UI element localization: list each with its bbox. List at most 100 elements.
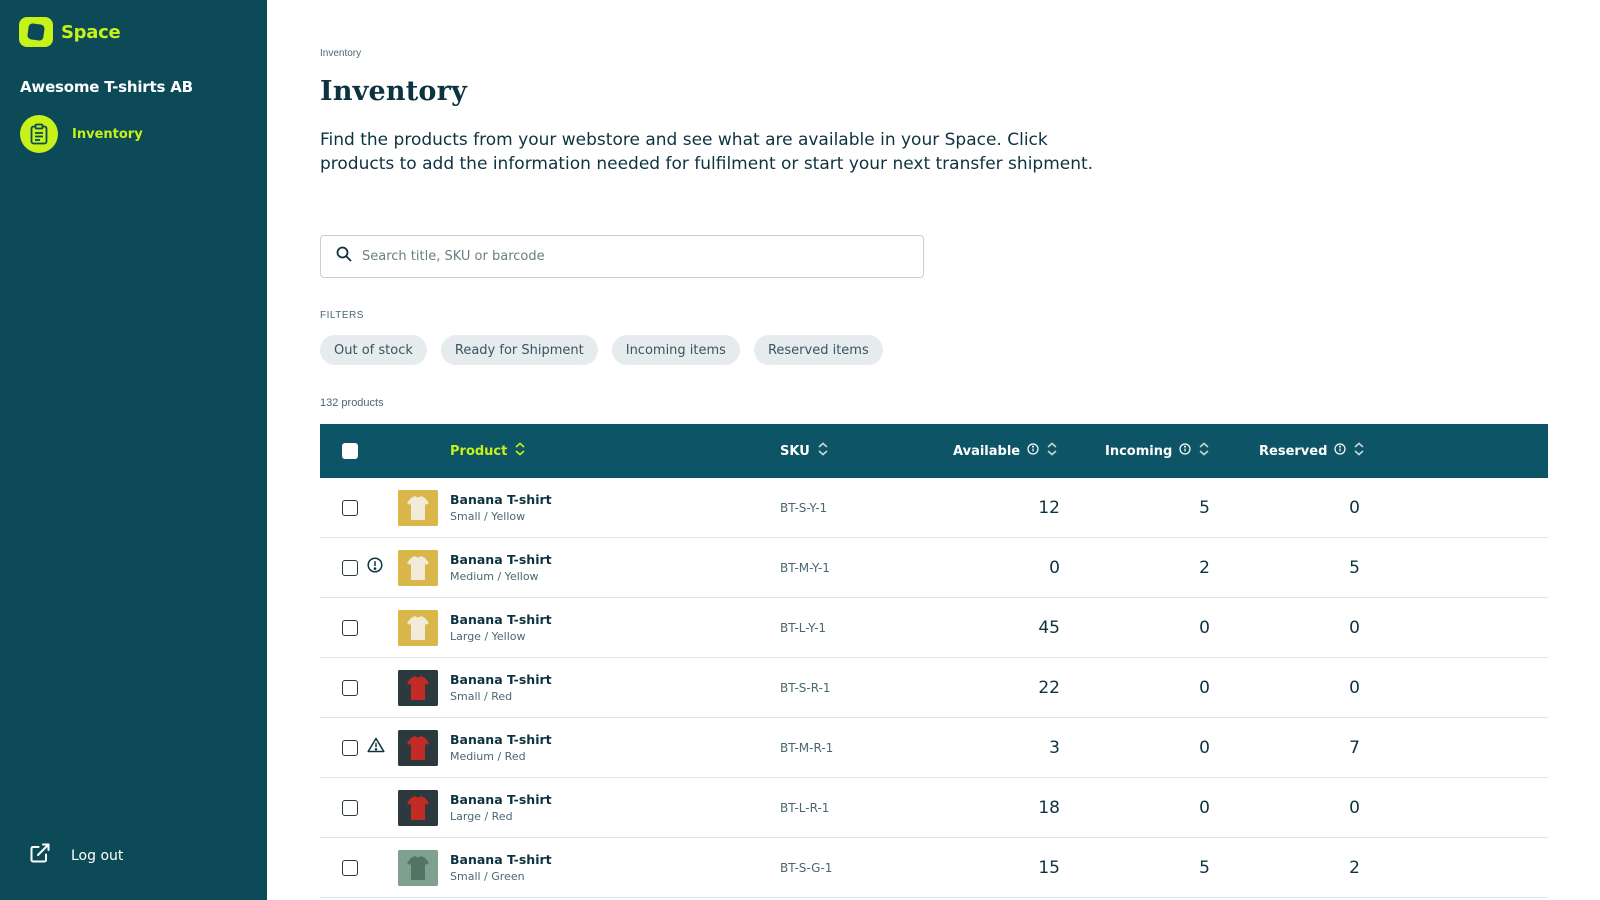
row-checkbox[interactable]	[342, 679, 358, 696]
logout-label: Log out	[71, 847, 124, 864]
row-checkbox[interactable]	[342, 559, 358, 576]
product-thumbnail	[398, 778, 438, 837]
sidebar-item-label: Inventory	[72, 126, 143, 142]
product-cell[interactable]: Banana T-shirt Medium / Yellow	[450, 538, 552, 597]
select-all-cell	[342, 424, 358, 478]
product-cell[interactable]: Banana T-shirt Small / Green	[450, 838, 552, 897]
sidebar-item-inventory[interactable]: Inventory	[20, 115, 143, 153]
sku-cell: BT-L-Y-1	[780, 620, 827, 635]
incoming-cell: 0	[1199, 677, 1210, 698]
row-checkbox[interactable]	[342, 619, 358, 636]
filter-reserved-items[interactable]: Reserved items	[753, 335, 883, 365]
search-box[interactable]	[320, 235, 924, 278]
product-thumbnail	[398, 538, 438, 597]
product-thumbnail	[398, 658, 438, 717]
column-header-reserved[interactable]: Reserved	[1259, 424, 1365, 478]
row-checkbox[interactable]	[342, 799, 358, 816]
row-select-cell	[342, 718, 358, 777]
row-checkbox[interactable]	[342, 499, 358, 516]
product-image	[398, 789, 438, 826]
table-row[interactable]: Banana T-shirt Medium / Yellow BT-M-Y-1 0 2 5	[320, 538, 1548, 598]
organization-name: Awesome T-shirts AB	[20, 78, 193, 96]
column-label: SKU	[780, 443, 810, 459]
product-image	[398, 849, 438, 886]
row-select-cell	[342, 838, 358, 897]
product-image	[398, 729, 438, 766]
product-cell[interactable]: Banana T-shirt Large / Red	[450, 778, 552, 837]
product-name: Banana T-shirt	[450, 492, 552, 507]
product-cell[interactable]: Banana T-shirt Small / Red	[450, 658, 552, 717]
incoming-cell: 2	[1199, 557, 1210, 578]
product-variant: Small / Yellow	[450, 510, 526, 523]
row-checkbox[interactable]	[342, 859, 358, 876]
product-thumbnail	[398, 718, 438, 777]
inventory-table: Product SKU Available Incoming Reserved …	[320, 424, 1548, 898]
product-name: Banana T-shirt	[450, 612, 552, 627]
product-count: 132 products	[320, 397, 384, 409]
table-row[interactable]: Banana T-shirt Small / Red BT-S-R-1 22 0 0	[320, 658, 1548, 718]
info-icon	[1334, 443, 1346, 459]
column-header-incoming[interactable]: Incoming	[1105, 424, 1210, 478]
sort-icon	[1046, 442, 1058, 460]
column-header-product[interactable]: Product	[450, 424, 526, 478]
column-label: Incoming	[1105, 443, 1173, 459]
table-row[interactable]: Banana T-shirt Small / Yellow BT-S-Y-1 12 5 0	[320, 478, 1548, 538]
product-thumbnail	[398, 478, 438, 537]
info-circle-icon	[367, 557, 383, 578]
sort-icon	[817, 442, 829, 460]
product-cell[interactable]: Banana T-shirt Medium / Red	[450, 718, 552, 777]
product-cell[interactable]: Banana T-shirt Large / Yellow	[450, 598, 552, 657]
available-cell: 3	[1049, 737, 1060, 758]
column-label: Product	[450, 443, 508, 459]
select-all-checkbox[interactable]	[342, 443, 358, 459]
row-status-cell	[367, 718, 385, 777]
search-icon	[336, 246, 352, 267]
product-name: Banana T-shirt	[450, 552, 552, 567]
product-variant: Small / Red	[450, 690, 513, 703]
brand-logo[interactable]: Space	[19, 17, 121, 47]
column-header-available[interactable]: Available	[953, 424, 1058, 478]
product-variant: Large / Red	[450, 810, 513, 823]
table-row[interactable]: Banana T-shirt Medium / Red BT-M-R-1 3 0 7	[320, 718, 1548, 778]
product-image	[398, 609, 438, 646]
clipboard-icon	[20, 115, 58, 153]
product-image	[398, 669, 438, 706]
available-cell: 12	[1038, 497, 1060, 518]
incoming-cell: 0	[1199, 737, 1210, 758]
table-row[interactable]: Banana T-shirt Small / Green BT-S-G-1 15 5 2	[320, 838, 1548, 898]
filters-label: FILTERS	[320, 310, 364, 321]
row-checkbox[interactable]	[342, 739, 358, 756]
product-cell[interactable]: Banana T-shirt Small / Yellow	[450, 478, 552, 537]
incoming-cell: 0	[1199, 617, 1210, 638]
product-variant: Medium / Red	[450, 750, 526, 763]
table-header: Product SKU Available Incoming Reserved	[320, 424, 1548, 478]
sku-cell: BT-S-R-1	[780, 680, 831, 695]
info-icon	[1027, 443, 1039, 459]
product-name: Banana T-shirt	[450, 672, 552, 687]
sku-cell: BT-S-G-1	[780, 860, 833, 875]
table-row[interactable]: Banana T-shirt Large / Yellow BT-L-Y-1 45 0 0	[320, 598, 1548, 658]
logout-button[interactable]: Log out	[29, 842, 123, 869]
external-link-icon	[29, 842, 51, 869]
warning-triangle-icon	[367, 737, 385, 758]
column-header-sku[interactable]: SKU	[780, 424, 829, 478]
row-select-cell	[342, 598, 358, 657]
product-variant: Large / Yellow	[450, 630, 526, 643]
filter-chips: Out of stock Ready for Shipment Incoming…	[320, 335, 883, 365]
incoming-cell: 5	[1199, 497, 1210, 518]
table-row[interactable]: Banana T-shirt Large / Red BT-L-R-1 18 0 0	[320, 778, 1548, 838]
brand-name: Space	[61, 21, 121, 43]
sku-cell: BT-S-Y-1	[780, 500, 828, 515]
page-description: Find the products from your webstore and…	[320, 130, 1094, 174]
product-thumbnail	[398, 838, 438, 897]
breadcrumb[interactable]: Inventory	[320, 48, 361, 59]
filter-out-of-stock[interactable]: Out of stock	[320, 335, 427, 365]
filter-incoming-items[interactable]: Incoming items	[611, 335, 740, 365]
row-select-cell	[342, 478, 358, 537]
filter-ready-for-shipment[interactable]: Ready for Shipment	[440, 335, 598, 365]
row-select-cell	[342, 538, 358, 597]
sku-cell: BT-M-R-1	[780, 740, 834, 755]
sort-icon	[1198, 442, 1210, 460]
space-logo-icon	[19, 17, 53, 47]
search-input[interactable]	[362, 249, 882, 264]
